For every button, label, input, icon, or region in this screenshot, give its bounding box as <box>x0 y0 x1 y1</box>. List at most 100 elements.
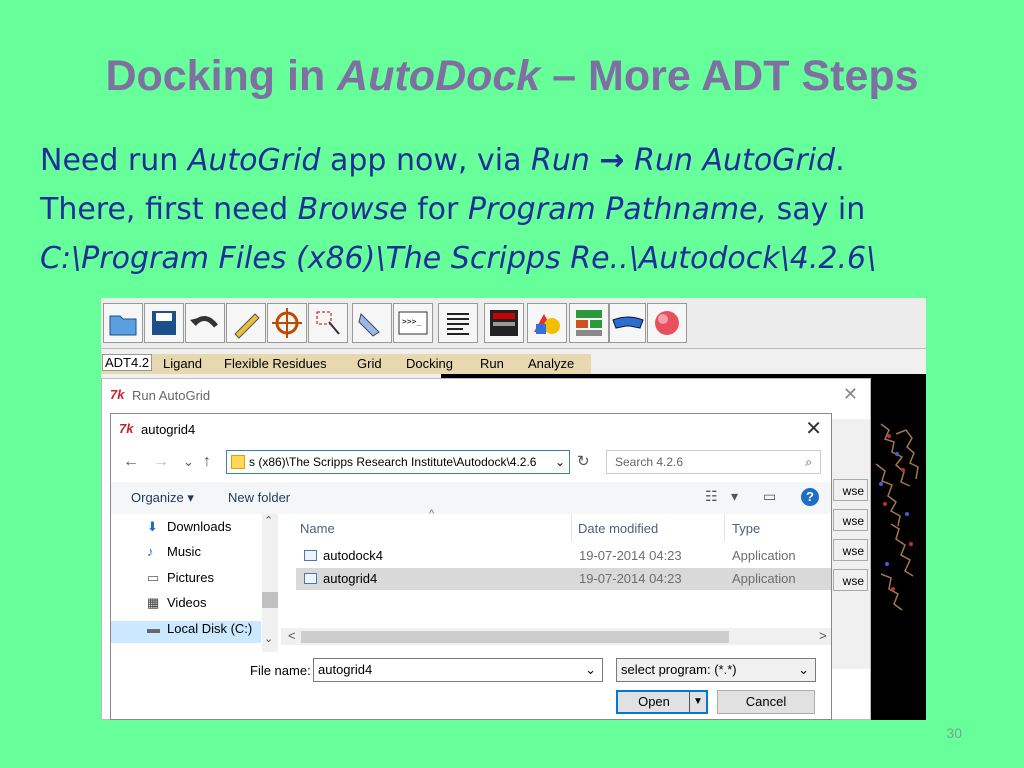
command-bar <box>111 482 831 514</box>
open-split-dropdown-icon[interactable]: ▼ <box>689 692 706 712</box>
menu-flexible-residues[interactable]: Flexible Residues <box>224 356 327 371</box>
text-segment: There, first need <box>40 192 298 227</box>
refresh-icon[interactable]: ↻ <box>577 452 590 470</box>
organize-button[interactable]: Organize ▾ <box>131 490 194 506</box>
column-header-name[interactable]: Name <box>300 521 335 536</box>
open-icon[interactable] <box>103 303 143 343</box>
videos-icon: ▦ <box>147 595 160 610</box>
scroll-up-icon[interactable]: ⌃ <box>264 514 273 527</box>
up-arrow-icon[interactable]: ↑ <box>203 453 211 471</box>
preview-pane-icon[interactable]: ▭ <box>763 488 776 505</box>
file-name-field[interactable]: autogrid4 ⌄ <box>313 658 603 682</box>
browse-button[interactable]: wse <box>833 539 868 561</box>
file-type-filter[interactable]: select program: (*.*) ⌄ <box>616 658 816 682</box>
folder-icon <box>231 455 245 469</box>
tk-icon: 7k <box>119 421 134 436</box>
text-segment: Run AutoGrid <box>634 143 836 178</box>
nav-item-pictures[interactable]: Pictures <box>167 570 214 585</box>
nav-scroll-thumb[interactable] <box>262 592 278 608</box>
menu-docking[interactable]: Docking <box>406 356 453 371</box>
slide-title: Docking in AutoDock – More ADT Steps <box>0 52 1024 101</box>
browse-button[interactable]: wse <box>833 479 868 501</box>
slide-body: Need run AutoGrid app now, via Run → Run… <box>40 136 1010 283</box>
recent-locations-icon[interactable]: ⌄ <box>183 454 194 470</box>
file-date: 19-07-2014 04:23 <box>579 548 682 563</box>
menu-grid[interactable]: Grid <box>357 356 382 371</box>
help-icon[interactable]: ? <box>801 488 819 506</box>
menu-ligand[interactable]: Ligand <box>163 356 202 371</box>
open-button[interactable]: Open ▼ <box>616 690 708 714</box>
panel-icon[interactable] <box>484 303 524 343</box>
menu-adt[interactable]: ADT4.2 <box>102 354 153 371</box>
cancel-button[interactable]: Cancel <box>717 690 815 714</box>
scroll-right-icon[interactable]: > <box>819 628 827 643</box>
menu-run[interactable]: Run <box>480 356 504 371</box>
terminal-icon[interactable]: >>>_ <box>393 303 433 343</box>
file-row[interactable]: autodock4 19-07-2014 04:23 Application <box>296 545 831 567</box>
search-icon: ⌕ <box>805 455 812 469</box>
molecule-surface-icon[interactable] <box>647 303 687 343</box>
title-part2: – More ADT Steps <box>540 52 919 100</box>
run-autogrid-title: Run AutoGrid <box>132 388 211 403</box>
title-italic: AutoDock <box>337 52 541 100</box>
file-name-label: File name: <box>250 663 311 678</box>
select-icon[interactable] <box>308 303 348 343</box>
hand-icon[interactable] <box>352 303 392 343</box>
menu-analyze[interactable]: Analyze <box>528 356 574 371</box>
text-segment: C:\Program Files (x86)\The Scripps Re..\… <box>40 241 877 276</box>
address-bar[interactable]: s (x86)\The Scripps Research Institute\A… <box>226 450 570 474</box>
pencil-icon[interactable] <box>226 303 266 343</box>
file-name-value: autogrid4 <box>318 662 373 677</box>
nav-item-music[interactable]: Music <box>167 544 201 559</box>
sort-indicator-icon: ^ <box>429 508 435 520</box>
chevron-down-icon[interactable]: ▾ <box>731 488 738 505</box>
column-header-date[interactable]: Date modified <box>578 521 658 536</box>
file-open-dialog: 7k autogrid4 ✕ ← → ⌄ ↑ s (x86)\The Scrip… <box>110 413 832 720</box>
text-segment: for <box>407 192 468 227</box>
nav-item-videos[interactable]: Videos <box>167 595 207 610</box>
adt-toolbar: >>>_ <box>101 298 926 349</box>
forward-arrow-icon[interactable]: → <box>153 453 169 471</box>
chevron-down-icon[interactable]: ⌄ <box>585 659 596 681</box>
text-segment: AutoGrid <box>187 143 321 178</box>
disk-icon: ▬ <box>147 621 160 636</box>
browse-button[interactable]: wse <box>833 509 868 531</box>
pictures-icon: ▭ <box>147 570 160 585</box>
save-icon[interactable] <box>144 303 184 343</box>
file-list-scroll-thumb[interactable] <box>301 631 729 643</box>
close-icon[interactable]: ✕ <box>843 384 858 405</box>
nav-item-local-disk[interactable]: Local Disk (C:) <box>167 621 252 636</box>
shapes-icon[interactable] <box>527 303 567 343</box>
column-divider <box>724 514 725 542</box>
column-header-type[interactable]: Type <box>732 521 760 536</box>
nav-item-downloads[interactable]: Downloads <box>167 519 231 534</box>
text-lines-icon[interactable] <box>438 303 478 343</box>
chevron-down-icon[interactable]: ⌄ <box>555 451 565 473</box>
download-icon: ⬇ <box>147 519 158 534</box>
application-icon <box>304 550 317 561</box>
text-segment: . <box>835 143 845 178</box>
application-icon <box>304 573 317 584</box>
crosshair-icon[interactable] <box>267 303 307 343</box>
stereo-glasses-icon[interactable] <box>609 303 646 343</box>
address-path: s (x86)\The Scripps Research Institute\A… <box>249 455 537 469</box>
open-button-label: Open <box>638 694 670 709</box>
chevron-down-icon[interactable]: ⌄ <box>798 659 809 681</box>
body-line-1: Need run AutoGrid app now, via Run → Run… <box>40 136 1010 185</box>
file-type-filter-value: select program: (*.*) <box>621 662 737 677</box>
back-arrow-icon[interactable]: ← <box>123 453 139 471</box>
scroll-down-icon[interactable]: ⌄ <box>264 632 273 645</box>
browse-button[interactable]: wse <box>833 569 868 591</box>
file-type: Application <box>732 571 796 586</box>
scroll-left-icon[interactable]: < <box>288 628 296 643</box>
text-segment: say in <box>767 192 866 227</box>
search-input[interactable]: Search 4.2.6 ⌕ <box>606 450 821 474</box>
search-placeholder: Search 4.2.6 <box>615 455 684 469</box>
undo-icon[interactable] <box>185 303 225 343</box>
new-folder-button[interactable]: New folder <box>228 490 290 505</box>
close-icon[interactable]: ✕ <box>805 416 822 441</box>
file-row[interactable]: autogrid4 19-07-2014 04:23 Application <box>296 568 831 590</box>
column-divider <box>571 514 572 542</box>
tree-icon[interactable] <box>569 303 609 343</box>
view-options-icon[interactable]: ☷ <box>705 488 718 505</box>
